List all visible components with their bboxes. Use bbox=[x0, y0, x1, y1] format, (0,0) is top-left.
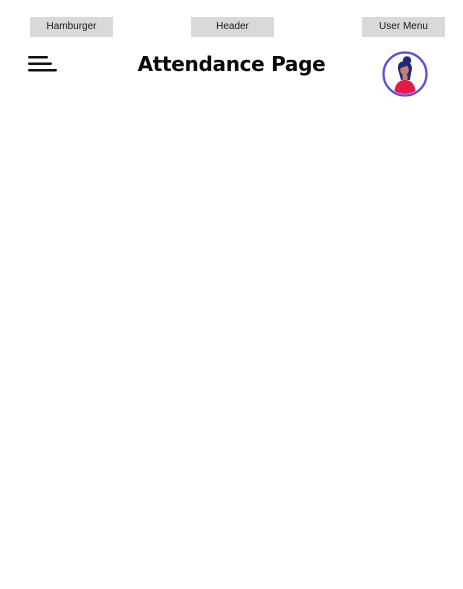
user-avatar-icon[interactable] bbox=[382, 51, 428, 97]
header-annotation-label: Header bbox=[191, 17, 274, 37]
user-menu-annotation-label: User Menu bbox=[362, 17, 445, 37]
hamburger-annotation-label: Hamburger bbox=[30, 17, 113, 37]
